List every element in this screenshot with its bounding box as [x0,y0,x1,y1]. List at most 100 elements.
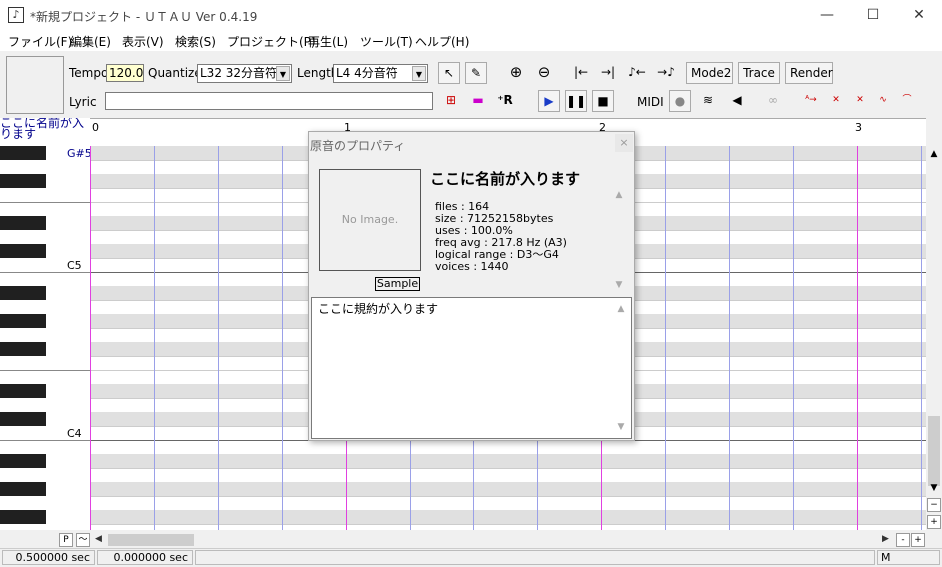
plugin-p3p4-button[interactable]: ✕ [849,90,871,112]
lyric-label: Lyric [69,95,97,109]
link-button[interactable]: ∞ [762,90,784,112]
zoom-minus-button[interactable]: − [927,498,941,512]
menu-search[interactable]: 検索(S) [175,33,216,50]
chevron-down-icon: ▼ [412,66,426,81]
menu-tools[interactable]: ツール(T) [360,33,413,50]
p-button[interactable]: P [59,533,73,547]
scroll-left-icon[interactable]: ◀ [95,534,102,544]
black-key[interactable] [0,482,46,496]
key-label-g-sharp-5: G#5 [67,147,92,160]
voicebank-name: ここに名前が入ります [430,170,581,188]
info-voices: voices : 1440 [435,260,509,273]
play-button[interactable]: ▶ [538,90,560,112]
black-key-row [90,482,926,496]
black-key-row [90,454,926,468]
black-key[interactable] [0,286,46,300]
trace-button[interactable]: Trace [738,62,780,84]
horizontal-scrollbar[interactable]: ◀ ▶ [92,532,894,548]
scroll-down-icon[interactable]: ▼ [612,278,626,292]
maximize-button[interactable]: ☐ [850,0,896,31]
terms-textarea[interactable] [311,297,632,439]
scroll-up-icon[interactable]: ▲ [927,148,941,162]
stop-button[interactable]: ■ [592,90,614,112]
vertical-scrollbar[interactable]: ▲ ▼ − + [926,146,942,530]
black-key[interactable] [0,510,46,524]
menu-view[interactable]: 表示(V) [122,33,164,50]
sample-button[interactable]: Sample [375,277,420,291]
black-key[interactable] [0,384,46,398]
black-key[interactable] [0,454,46,468]
voicebank-image: No Image. [319,169,421,271]
white-key-divider [0,370,90,371]
length-select[interactable]: L4 4分音符 ▼ [333,64,428,83]
insert-note-button[interactable]: ⊞ [440,90,462,112]
quantize-value: L32 32分音符 [200,66,278,80]
prev-note-button[interactable]: ♪← [626,62,648,84]
black-key[interactable] [0,146,46,160]
lyric-input[interactable] [105,92,433,110]
quantize-select[interactable]: L32 32分音符 ▼ [197,64,292,83]
close-button[interactable]: ✕ [896,0,942,31]
singer-name[interactable]: ここに名前が入ります [0,118,90,146]
scroll-right-icon[interactable]: ▶ [882,534,889,544]
zoom-in-button[interactable]: ⊕ [505,62,527,84]
menu-help[interactable]: ヘルプ(H) [415,33,469,50]
black-key[interactable] [0,412,46,426]
pencil-tool-button[interactable]: ✎ [465,62,487,84]
insert-rest-icon: ▬ [472,93,484,107]
tempo-label: Tempo [69,66,109,80]
ruler-label-3: 3 [855,121,862,134]
speaker-button[interactable]: ◀ [726,90,748,112]
go-end-button[interactable]: →| [597,62,619,84]
plugin-p2p3-button[interactable]: ✕ [825,90,847,112]
dialog-close-button[interactable]: × [615,134,633,152]
menu-edit[interactable]: 編集(E) [70,33,111,50]
beat-line [921,146,922,530]
plugin-acpt-button[interactable]: ᴬ→ [800,90,822,112]
pointer-tool-button[interactable]: ↖ [438,62,460,84]
render-button[interactable]: Render [785,62,833,84]
skip-start-icon: |← [573,65,589,79]
black-key[interactable] [0,244,46,258]
plugin-reset-button[interactable]: ⌒ [896,90,918,112]
pause-button[interactable]: ❚❚ [565,90,587,112]
hscroll-thumb[interactable] [108,534,194,546]
scroll-up-icon[interactable]: ▲ [614,302,628,316]
terms-scrollbar[interactable]: ▲ ▼ [612,298,630,438]
black-key[interactable] [0,342,46,356]
mode2-button[interactable]: Mode2 [686,62,733,84]
next-note-button[interactable]: →♪ [655,62,677,84]
h-zoom-plus-button[interactable]: + [911,533,925,547]
scroll-up-icon[interactable]: ▲ [612,188,626,202]
menu-playback[interactable]: 再生(L) [308,33,348,50]
record-button[interactable]: ● [669,90,691,112]
scroll-thumb[interactable] [928,416,940,486]
measure-line [857,146,858,530]
loop-button[interactable]: ≋ [697,90,719,112]
piano-keyboard[interactable] [0,146,90,530]
beat-line [793,146,794,530]
tilde-button[interactable]: 〜 [76,533,90,547]
scroll-down-icon[interactable]: ▼ [927,482,941,496]
row-line [90,468,926,469]
zoom-out-icon: ⊖ [537,63,551,81]
info-scrollbar[interactable]: ▲ ▼ [612,188,626,292]
tempo-input[interactable]: 120.0 [106,64,144,82]
menu-project[interactable]: プロジェクト(P) [227,33,316,50]
plugin-opt-button[interactable]: ∿ [872,90,894,112]
go-start-button[interactable]: |← [570,62,592,84]
h-zoom-minus-button[interactable]: - [896,533,910,547]
insert-rest-button[interactable]: ▬ [467,90,489,112]
menu-file[interactable]: ファイル(F) [8,33,72,50]
key-label-c5: C5 [67,259,82,272]
singer-thumbnail[interactable] [6,56,64,114]
black-key[interactable] [0,314,46,328]
zoom-out-button[interactable]: ⊖ [533,62,555,84]
insert-r-button[interactable]: ⁺R [494,90,516,112]
minimize-button[interactable]: — [804,0,850,31]
scroll-down-icon[interactable]: ▼ [614,420,628,434]
zoom-plus-button[interactable]: + [927,515,941,529]
black-key[interactable] [0,216,46,230]
stop-icon: ■ [597,94,609,108]
black-key[interactable] [0,174,46,188]
